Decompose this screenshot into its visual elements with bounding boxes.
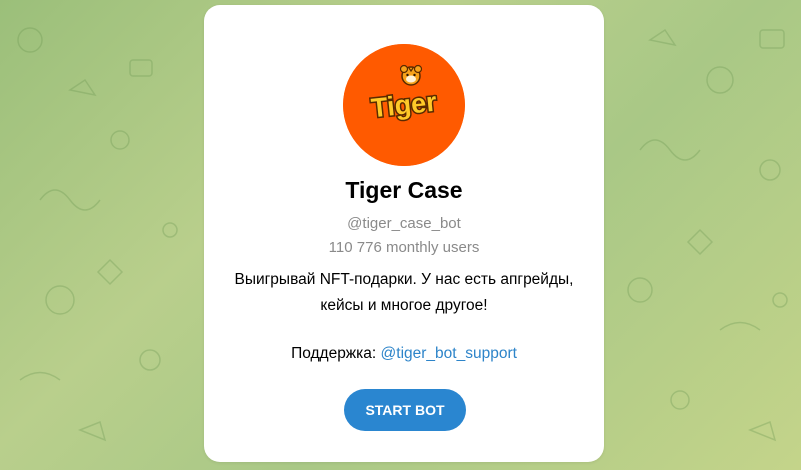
support-link[interactable]: @tiger_bot_support — [381, 345, 517, 362]
bot-description: Выигрывай NFT-подарки. У нас есть апгрей… — [214, 267, 594, 319]
bot-username: @tiger_case_bot — [347, 215, 461, 232]
description-line: кейсы и многое другое! — [320, 297, 488, 314]
start-bot-button[interactable]: START BOT — [344, 389, 466, 431]
support-line: Поддержка: @tiger_bot_support — [204, 345, 604, 363]
bot-profile-card: Tiger Tiger Case @tiger_case_bot 110 776… — [204, 5, 604, 462]
support-label: Поддержка: — [291, 345, 377, 362]
description-line: Выигрывай NFT-подарки. У нас есть апгрей… — [234, 271, 574, 288]
bot-name: Tiger Case — [345, 177, 463, 203]
bot-avatar: Tiger — [343, 44, 465, 166]
monthly-users-count: 110 776 monthly users — [328, 239, 480, 256]
tiger-logo-icon: Tiger — [343, 44, 465, 166]
